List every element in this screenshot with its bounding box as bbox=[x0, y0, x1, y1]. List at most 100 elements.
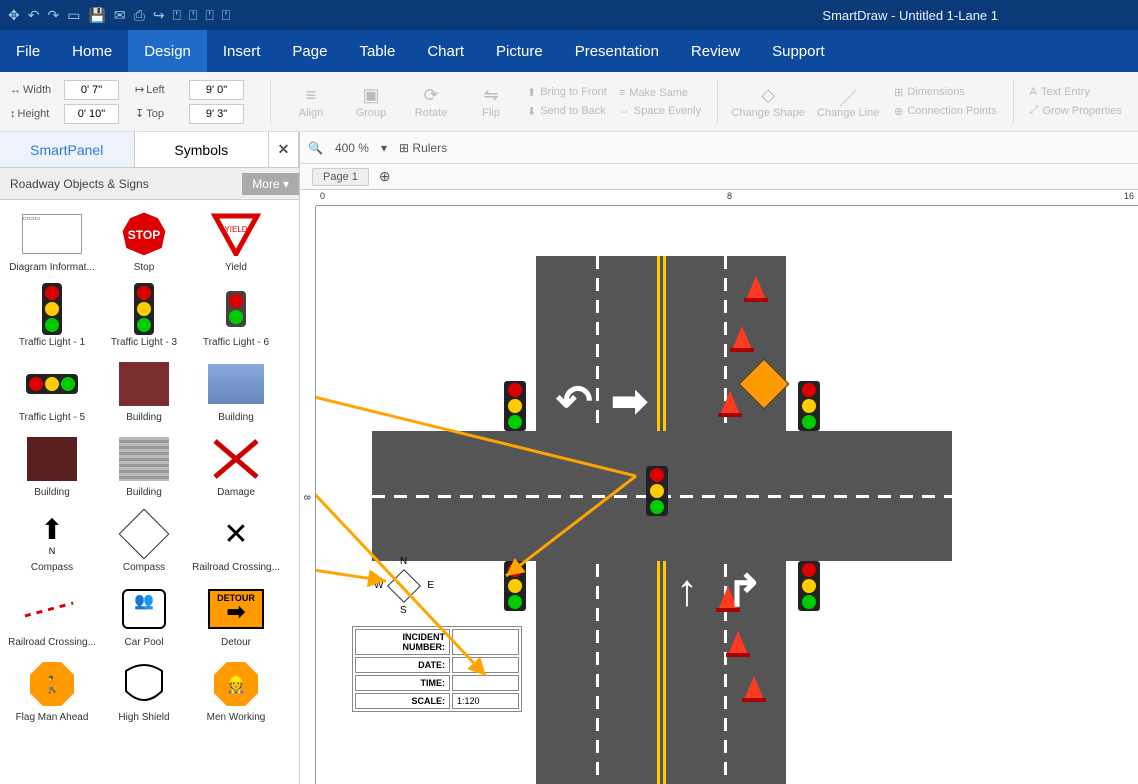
export1-icon[interactable]: ⍞ bbox=[173, 7, 181, 24]
tab-smartpanel[interactable]: SmartPanel bbox=[0, 132, 135, 167]
traffic-light[interactable] bbox=[504, 561, 526, 611]
horizontal-ruler: 0 8 16 bbox=[316, 190, 1138, 206]
text-entry-button[interactable]: AText Entry bbox=[1024, 84, 1128, 100]
space-evenly-button[interactable]: ⇔Space Evenly bbox=[613, 103, 707, 119]
turn-arrow-icon[interactable]: ↱ bbox=[726, 566, 763, 617]
traffic-light[interactable] bbox=[504, 381, 526, 431]
palette-item[interactable]: YIELDYield bbox=[190, 206, 282, 273]
top-label: ↧ Top bbox=[135, 107, 185, 120]
left-input[interactable] bbox=[189, 80, 244, 100]
svg-text:STOP: STOP bbox=[128, 228, 160, 242]
send-back-button[interactable]: ⬇Send to Back bbox=[521, 103, 613, 120]
turn-arrow-icon[interactable]: ↶ bbox=[556, 376, 593, 427]
menu-presentation[interactable]: Presentation bbox=[559, 30, 675, 72]
traffic-cone[interactable] bbox=[746, 276, 766, 300]
palette-item[interactable]: ✕Railroad Crossing... bbox=[190, 506, 282, 573]
palette-item[interactable]: ▭▭▭Diagram Informat... bbox=[6, 206, 98, 273]
app-title: SmartDraw - Untitled 1-Lane 1 bbox=[822, 8, 998, 23]
redo-icon[interactable]: ↷ bbox=[47, 7, 59, 24]
palette-item[interactable]: Damage bbox=[190, 431, 282, 498]
palette-item[interactable]: Compass bbox=[98, 506, 190, 573]
logo-icon: ✥ bbox=[8, 7, 20, 24]
palette-item[interactable]: Building bbox=[6, 431, 98, 498]
turn-arrow-icon[interactable]: ↑ bbox=[676, 566, 698, 616]
menu-picture[interactable]: Picture bbox=[480, 30, 559, 72]
print-icon[interactable]: ⎙ bbox=[134, 7, 145, 24]
group-button[interactable]: ▣Group bbox=[341, 78, 401, 126]
traffic-light[interactable] bbox=[798, 561, 820, 611]
compass[interactable]: N S W E bbox=[374, 556, 434, 616]
make-same-button[interactable]: ≡Make Same bbox=[613, 85, 707, 101]
undo-icon[interactable]: ↶ bbox=[28, 7, 40, 24]
export2-icon[interactable]: ⍞ bbox=[189, 7, 197, 24]
palette-item[interactable]: Railroad Crossing... bbox=[6, 581, 98, 648]
traffic-light[interactable] bbox=[646, 466, 668, 516]
menu-home[interactable]: Home bbox=[56, 30, 128, 72]
palette-item[interactable]: 👥Car Pool bbox=[98, 581, 190, 648]
tab-symbols[interactable]: Symbols bbox=[135, 132, 270, 167]
save-icon[interactable]: 💾 bbox=[88, 7, 105, 24]
change-line-button[interactable]: ／Change Line bbox=[808, 78, 888, 126]
zoom-icon[interactable]: 🔍 bbox=[308, 141, 323, 155]
width-input[interactable] bbox=[64, 80, 119, 100]
palette-item[interactable]: High Shield bbox=[98, 656, 190, 723]
height-input[interactable] bbox=[64, 104, 119, 124]
page-tab-1[interactable]: Page 1 bbox=[312, 168, 369, 186]
traffic-cone[interactable] bbox=[720, 391, 740, 415]
svg-text:👷: 👷 bbox=[226, 675, 246, 694]
symbol-palette: ▭▭▭Diagram Informat...STOPStopYIELDYield… bbox=[0, 200, 299, 784]
drawing-area[interactable]: ↶ ➡ ↑ ↱ N S W E INCIDENT NUMBER: DATE: bbox=[316, 206, 1138, 784]
menu-table[interactable]: Table bbox=[343, 30, 411, 72]
dimensions-button[interactable]: ⊞Dimensions bbox=[888, 84, 1003, 101]
palette-item[interactable]: Traffic Light - 1 bbox=[6, 281, 98, 348]
palette-item[interactable]: DETOUR➡Detour bbox=[190, 581, 282, 648]
traffic-cone[interactable] bbox=[732, 326, 752, 350]
palette-item[interactable]: Building bbox=[98, 356, 190, 423]
menu-chart[interactable]: Chart bbox=[411, 30, 480, 72]
traffic-light[interactable] bbox=[798, 381, 820, 431]
canvas[interactable]: 0 8 16 8 bbox=[300, 190, 1138, 784]
top-input[interactable] bbox=[189, 104, 244, 124]
menu-design[interactable]: Design bbox=[128, 30, 207, 72]
add-page-button[interactable]: ⊕ bbox=[379, 168, 391, 185]
rotate-button[interactable]: ⟳Rotate bbox=[401, 78, 461, 126]
palette-item[interactable]: 👷Men Working bbox=[190, 656, 282, 723]
more-button[interactable]: More ▾ bbox=[242, 173, 299, 195]
bring-front-button[interactable]: ⬆Bring to Front bbox=[521, 84, 613, 101]
turn-arrow-icon[interactable]: ➡ bbox=[611, 376, 648, 427]
mail-icon[interactable]: ✉ bbox=[114, 7, 126, 24]
palette-item[interactable]: 🚶Flag Man Ahead bbox=[6, 656, 98, 723]
menu-insert[interactable]: Insert bbox=[207, 30, 277, 72]
menu-page[interactable]: Page bbox=[276, 30, 343, 72]
flip-button[interactable]: ⇋Flip bbox=[461, 78, 521, 126]
menu-review[interactable]: Review bbox=[675, 30, 756, 72]
palette-item[interactable]: Building bbox=[98, 431, 190, 498]
ribbon: ↔ Width ↕ Height ↦ Left ↧ Top ≡Align ▣Gr… bbox=[0, 72, 1138, 132]
category-label[interactable]: Roadway Objects & Signs bbox=[0, 177, 242, 191]
left-label: ↦ Left bbox=[135, 83, 185, 96]
palette-item[interactable]: Building bbox=[190, 356, 282, 423]
menu-support[interactable]: Support bbox=[756, 30, 841, 72]
connection-points-button[interactable]: ⊕Connection Points bbox=[888, 103, 1003, 120]
traffic-cone[interactable] bbox=[744, 676, 764, 700]
rulers-button[interactable]: ⊞ Rulers bbox=[399, 141, 447, 155]
palette-item[interactable]: Traffic Light - 3 bbox=[98, 281, 190, 348]
incident-table[interactable]: INCIDENT NUMBER: DATE: TIME: SCALE:1:120 bbox=[352, 626, 522, 712]
change-shape-button[interactable]: ◇Change Shape bbox=[728, 78, 808, 126]
palette-item[interactable]: Traffic Light - 5 bbox=[6, 356, 98, 423]
export4-icon[interactable]: ⍞ bbox=[222, 7, 230, 24]
palette-item[interactable]: STOPStop bbox=[98, 206, 190, 273]
palette-item[interactable]: ⬆NCompass bbox=[6, 506, 98, 573]
grow-properties-button[interactable]: ⤢Grow Properties bbox=[1024, 102, 1128, 119]
new-icon[interactable]: ▭ bbox=[67, 7, 80, 24]
menu-file[interactable]: File bbox=[0, 30, 56, 72]
palette-item[interactable]: Traffic Light - 6 bbox=[190, 281, 282, 348]
close-panel-button[interactable]: ✕ bbox=[269, 132, 299, 167]
share-icon[interactable]: ↪ bbox=[153, 7, 165, 24]
zoom-select[interactable]: 400 % bbox=[335, 141, 369, 155]
svg-text:YIELD: YIELD bbox=[224, 225, 247, 234]
traffic-cone[interactable] bbox=[728, 631, 748, 655]
zoom-dropdown[interactable]: ▾ bbox=[381, 141, 387, 155]
align-button[interactable]: ≡Align bbox=[281, 78, 341, 126]
export3-icon[interactable]: ⍞ bbox=[205, 7, 213, 24]
